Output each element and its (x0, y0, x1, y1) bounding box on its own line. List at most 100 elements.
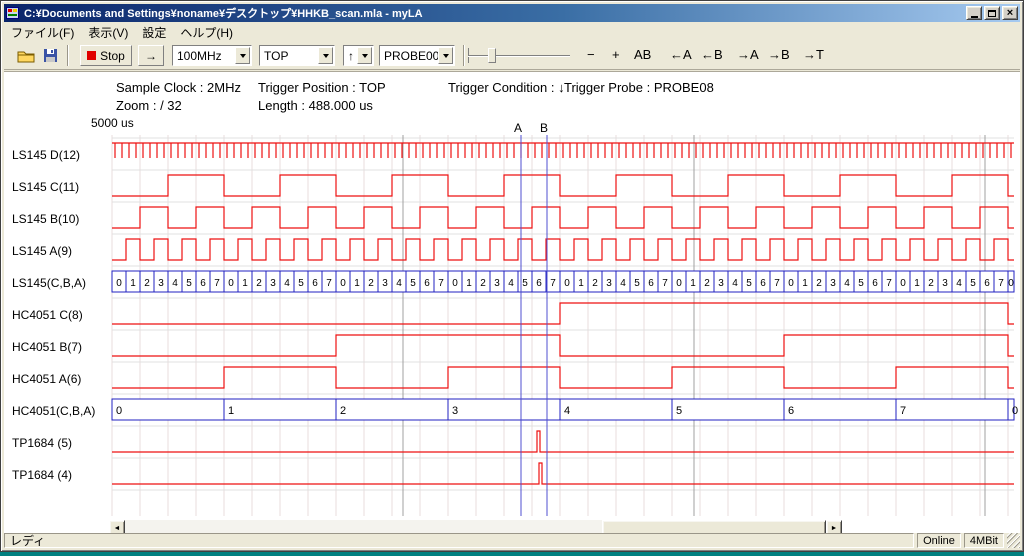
status-memory-badge: 4MBit (964, 533, 1004, 548)
bus-value: 6 (648, 278, 654, 289)
status-online-badge: Online (917, 533, 961, 548)
bus-value: 4 (172, 278, 178, 289)
waveform-canvas[interactable]: LS145 D(12)LS145 C(11)LS145 B(10)LS145 A… (4, 114, 1022, 520)
waveform-trace (112, 207, 1014, 228)
bus-value: 2 (816, 278, 822, 289)
minimize-button[interactable] (966, 6, 982, 20)
bus-value: 0 (564, 278, 570, 289)
sample-clock-info: Sample Clock : 2MHz (116, 80, 241, 95)
bus-cell (784, 399, 896, 420)
bus-value: 0 (116, 278, 122, 289)
bus-value: 2 (144, 278, 150, 289)
bus-value: 3 (382, 278, 388, 289)
menu-item-file[interactable]: ファイル(F) (4, 22, 81, 43)
status-message: レディ (4, 533, 914, 548)
goto-trigger-button[interactable]: →T (803, 47, 824, 62)
bus-value: 5 (970, 278, 976, 289)
bus-value: 3 (830, 278, 836, 289)
waveform-trace (112, 335, 1014, 356)
bus-value: 4 (508, 278, 514, 289)
bus-value: 3 (942, 278, 948, 289)
floppy-disk-icon (43, 48, 59, 63)
trigger-probe-select[interactable]: PROBE00 (379, 45, 455, 66)
chevron-down-icon[interactable] (438, 47, 453, 64)
chevron-down-icon[interactable] (318, 47, 333, 64)
bus-value: 7 (998, 278, 1004, 289)
bus-value: 6 (788, 405, 794, 417)
channel-label: LS145 A(9) (12, 244, 72, 258)
trigger-position-info: Trigger Position : TOP (258, 80, 386, 95)
bus-value: 7 (662, 278, 668, 289)
stop-button[interactable]: Stop (80, 45, 132, 66)
trigger-edge-select[interactable]: ↑ (343, 45, 374, 66)
bus-value: 0 (1008, 278, 1014, 289)
run-arrow-icon: → (145, 49, 157, 63)
bus-value: 3 (270, 278, 276, 289)
channel-label: HC4051 B(7) (12, 340, 82, 354)
zoom-slider[interactable] (468, 45, 580, 66)
bus-value: 2 (368, 278, 374, 289)
minimize-icon (971, 16, 978, 18)
bus-value: 1 (242, 278, 248, 289)
waveform-trace (112, 175, 1014, 196)
bus-value: 0 (1012, 405, 1018, 417)
bus-value: 5 (298, 278, 304, 289)
resize-grip[interactable] (1007, 533, 1020, 548)
sample-clock-select[interactable]: 100MHz (172, 45, 252, 66)
bus-value: 7 (774, 278, 780, 289)
ab-markers-button[interactable]: AB (634, 47, 651, 62)
app-window: C:¥Documents and Settings¥noname¥デスクトップ¥… (0, 0, 1024, 552)
save-file-button[interactable] (39, 45, 62, 66)
waveform-trace (112, 143, 1014, 158)
channel-label: LS145 D(12) (12, 148, 80, 162)
menu-item-settings[interactable]: 設定 (135, 22, 173, 43)
bus-value: 7 (326, 278, 332, 289)
open-folder-icon (17, 49, 35, 63)
marker-label: A (514, 121, 522, 135)
channel-label: TP1684 (5) (12, 436, 72, 450)
bus-value: 4 (564, 405, 570, 417)
zoom-in-button[interactable]: + (612, 47, 620, 62)
bus-value: 2 (704, 278, 710, 289)
bus-value: 2 (256, 278, 262, 289)
goto-marker-b-right-button[interactable]: →B (768, 47, 790, 62)
maximize-button[interactable] (984, 6, 1000, 20)
bus-value: 3 (158, 278, 164, 289)
bus-value: 4 (732, 278, 738, 289)
chevron-down-icon[interactable] (235, 47, 250, 64)
stop-icon (87, 51, 96, 60)
marker-label: B (540, 121, 548, 135)
waveform-trace (112, 431, 1014, 452)
goto-marker-a-left-button[interactable]: ←A (670, 47, 692, 62)
run-button[interactable]: → (138, 45, 164, 66)
titlebar[interactable]: C:¥Documents and Settings¥noname¥デスクトップ¥… (4, 4, 1020, 22)
bus-value: 0 (452, 278, 458, 289)
bus-value: 0 (788, 278, 794, 289)
bus-value: 4 (396, 278, 402, 289)
window-title: C:¥Documents and Settings¥noname¥デスクトップ¥… (24, 5, 966, 21)
zoom-slider-track[interactable] (468, 55, 570, 57)
bus-value: 4 (284, 278, 290, 289)
bus-value: 3 (718, 278, 724, 289)
goto-marker-a-right-button[interactable]: →A (737, 47, 759, 62)
zoom-out-button[interactable]: − (587, 47, 595, 62)
open-file-button[interactable] (14, 45, 37, 66)
goto-marker-b-left-button[interactable]: ←B (701, 47, 723, 62)
bus-value: 7 (550, 278, 556, 289)
bus-value: 6 (984, 278, 990, 289)
channel-label: HC4051(C,B,A) (12, 404, 95, 418)
trigger-condition-info: Trigger Condition : ↓ (448, 80, 565, 95)
close-button[interactable]: × (1002, 6, 1018, 20)
menu-item-view[interactable]: 表示(V) (81, 22, 135, 43)
trigger-position-select[interactable]: TOP (259, 45, 335, 66)
chevron-down-icon[interactable] (357, 47, 372, 64)
menu-item-help[interactable]: ヘルプ(H) (173, 22, 240, 43)
menubar: ファイル(F) 表示(V) 設定 ヘルプ(H) (4, 23, 1020, 41)
channel-label: LS145 B(10) (12, 212, 79, 226)
bus-cell (896, 399, 1008, 420)
bus-cell (336, 399, 448, 420)
bus-value: 1 (466, 278, 472, 289)
bus-value: 5 (522, 278, 528, 289)
zoom-slider-thumb[interactable] (488, 48, 496, 63)
toolbar-separator (463, 45, 465, 66)
